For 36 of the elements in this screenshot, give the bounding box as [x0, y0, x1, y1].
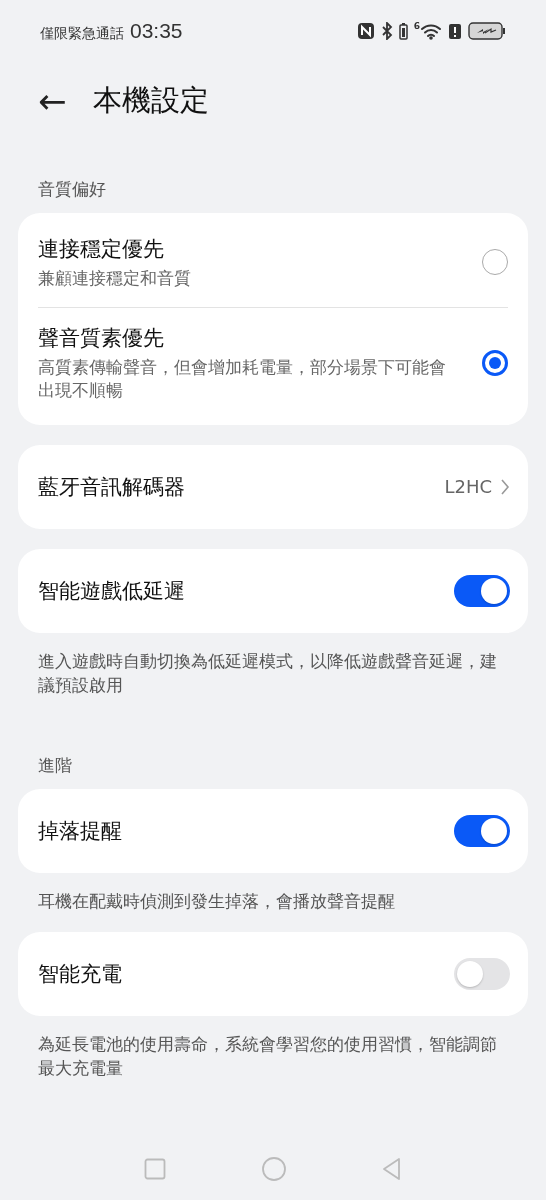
settings-row[interactable]: 藍牙音訊解碼器 L2HC: [18, 444, 528, 529]
chevron-right-icon: [500, 477, 510, 496]
back-triangle-icon: [382, 1157, 402, 1181]
option-title: 聲音質素優先: [38, 324, 165, 352]
description-text: 耳機在配戴時偵測到發生掉落，會播放聲音提醒: [37, 890, 396, 914]
clock-time: 03:35: [130, 19, 183, 43]
back-button[interactable]: ←: [38, 84, 67, 118]
battery-charging-icon: [468, 22, 506, 40]
row-value: L2HC: [444, 476, 492, 498]
row-title: 智能充電: [38, 960, 122, 988]
option-subtitle: 兼顧連接穩定和音質: [38, 267, 191, 290]
radio-option[interactable]: 連接穩定優先 兼顧連接穩定和音質: [38, 219, 508, 307]
toggle-switch[interactable]: [454, 815, 510, 848]
carrier-text: 僅限緊急通話: [40, 25, 124, 43]
page-title: 本機設定: [92, 82, 209, 119]
description-text: 為延長電池的使用壽命，系統會學習您的使用習慣，智能調節最大充電量: [37, 1032, 498, 1081]
recents-icon: [144, 1158, 166, 1180]
wifi-band-label: 6: [413, 22, 420, 31]
option-subtitle: 高質素傳輸聲音，但會增加耗電量，部分場景下可能會出現不順暢: [38, 355, 447, 402]
nfc-icon: [356, 22, 375, 40]
description-text: 進入遊戲時自動切換為低延遲模式，以降低遊戲聲音延遲，建議預設啟用: [37, 649, 498, 698]
toggle-switch[interactable]: [454, 957, 510, 990]
bluetooth-icon: [380, 22, 393, 40]
wifi-icon: [420, 22, 442, 40]
section-label: 音質偏好: [37, 178, 107, 201]
row-title: 掉落提醒: [38, 818, 122, 846]
alert-icon: [448, 22, 462, 40]
radio-button[interactable]: [482, 349, 508, 376]
battery-small-icon: [398, 22, 408, 40]
section-label: 進階: [37, 754, 73, 778]
row-title: 藍牙音訊解碼器: [38, 473, 185, 501]
home-icon: [261, 1156, 287, 1182]
toggle-switch[interactable]: [454, 574, 510, 607]
option-title: 連接穩定優先: [38, 236, 165, 263]
radio-option[interactable]: 聲音質素優先 高質素傳輸聲音，但會增加耗電量，部分場景下可能會出現不順暢: [38, 306, 508, 419]
row-title: 智能遊戲低延遲: [38, 577, 185, 605]
